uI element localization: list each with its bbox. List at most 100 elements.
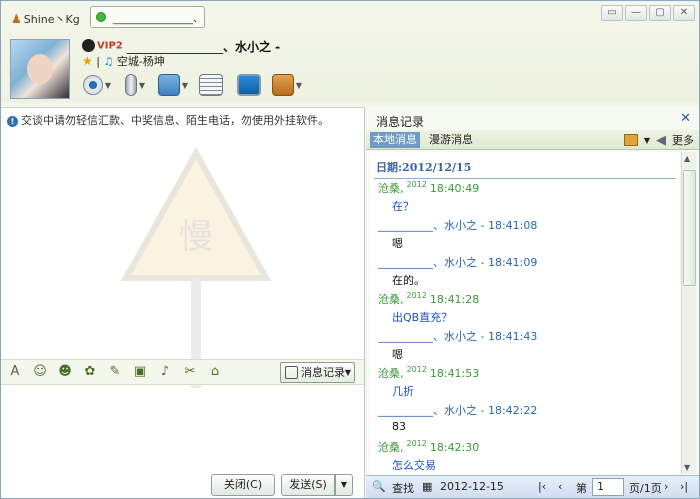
- chat-toolbar: ▼ ▼ ▼ ▼: [82, 71, 302, 99]
- remote-assist-button[interactable]: [234, 71, 264, 99]
- prev-page-icon[interactable]: ‹: [558, 480, 562, 493]
- status-selector[interactable]: ________________、: [90, 6, 205, 28]
- music-status[interactable]: ★ | ♫ 空城-杨坤: [82, 53, 165, 69]
- message-header: 沧桑, 2012 18:40:49: [378, 180, 479, 196]
- video-call-button[interactable]: ▼: [82, 71, 112, 99]
- message-sender[interactable]: __________、水小之: [378, 404, 477, 417]
- message-time: 18:41:53: [429, 367, 480, 380]
- message-text: 几折: [392, 385, 414, 398]
- message-sender[interactable]: 沧桑,: [378, 367, 404, 380]
- microphone-icon: [124, 74, 137, 96]
- message-time: - 18:41:09: [480, 256, 538, 269]
- apps-button[interactable]: [196, 71, 226, 99]
- speaker-icon[interactable]: ◀: [656, 133, 666, 148]
- gift-icon[interactable]: ⌂: [207, 364, 223, 380]
- image-icon[interactable]: ▣: [132, 364, 148, 380]
- security-notice: ! 交谈中请勿轻信汇款、中奖信息、陌生电话，勿使用外挂软件。: [7, 112, 329, 128]
- minimize-button[interactable]: —: [625, 5, 647, 21]
- message-time: - 18:41:43: [480, 330, 538, 343]
- road-sign-watermark: 慢: [121, 148, 271, 388]
- webcam-icon: [82, 75, 103, 95]
- send-button[interactable]: 发送(S): [281, 474, 335, 496]
- shake-icon[interactable]: ✿: [82, 364, 98, 380]
- status-text: ________________、: [113, 14, 203, 25]
- message-header: 沧桑, 2012 18:42:30: [378, 439, 479, 455]
- window-controls: ▭ — ▢ ✕: [601, 5, 695, 21]
- message-sender[interactable]: __________、水小之: [378, 219, 477, 232]
- doodle-icon[interactable]: ✎: [107, 364, 123, 380]
- chevron-down-icon: ▼: [181, 80, 188, 90]
- message-text: 在？: [392, 200, 414, 213]
- penguin-icon: [82, 39, 95, 52]
- message-sender[interactable]: __________、水小之: [378, 330, 477, 343]
- search-button[interactable]: 查找: [392, 480, 414, 496]
- skin-button[interactable]: ▭: [601, 5, 623, 21]
- message-tag: 2012: [406, 365, 427, 374]
- search-icon[interactable]: 🔍: [372, 480, 386, 493]
- close-history-icon[interactable]: ✕: [680, 111, 691, 126]
- calendar-icon[interactable]: ▦: [422, 480, 432, 493]
- contact-avatar[interactable]: [10, 39, 70, 99]
- send-file-button[interactable]: ▼: [158, 71, 188, 99]
- history-pane: 消息记录 ✕ 本地消息 漫游消息 ▼ ◀ 更多 日期:2012/12/15 沧桑…: [366, 107, 699, 498]
- message-header: 沧桑, 2012 18:41:53: [378, 365, 479, 381]
- voice-call-button[interactable]: ▼: [120, 71, 150, 99]
- user-icon: ♟: [11, 12, 22, 26]
- next-page-icon[interactable]: ›: [664, 480, 668, 493]
- message-text: 83: [392, 420, 406, 433]
- more-apps-button[interactable]: ▼: [272, 71, 302, 99]
- message-text: 嗯: [392, 348, 403, 361]
- more-button[interactable]: 更多: [672, 132, 694, 148]
- scrollbar-thumb[interactable]: [683, 170, 696, 286]
- scrollbar[interactable]: ▲ ▼: [681, 152, 696, 474]
- tab-local-messages[interactable]: 本地消息: [370, 132, 420, 148]
- chat-window: ♟ Shine丶Kg ________________、 ▭ — ▢ ✕ VIP2…: [0, 0, 700, 499]
- format-toolbar: A ☺ ☻ ✿ ✎ ▣ ♪ ✂ ⌂ 消息记录 ▼: [1, 359, 364, 385]
- font-icon[interactable]: A: [7, 364, 23, 380]
- list-add-icon: [199, 74, 223, 96]
- export-icon[interactable]: [623, 134, 638, 146]
- app-name: ♟ Shine丶Kg: [11, 12, 80, 26]
- scroll-up-icon[interactable]: ▲: [684, 154, 690, 163]
- close-button[interactable]: 关闭(C): [211, 474, 275, 496]
- message-header: 沧桑, 2012 18:41:28: [378, 291, 479, 307]
- screenshot-scissors-icon[interactable]: ✂: [182, 364, 198, 380]
- history-icon: [285, 366, 298, 379]
- music-note-icon: ♫: [103, 55, 114, 68]
- first-page-icon[interactable]: |‹: [538, 480, 546, 493]
- send-options-button[interactable]: ▼: [335, 474, 353, 496]
- message-list: 日期:2012/12/15 沧桑, 2012 18:40:49 在？ _________…: [370, 152, 680, 474]
- svg-text:慢: 慢: [179, 217, 213, 257]
- message-sender[interactable]: __________、水小之: [378, 256, 477, 269]
- last-page-icon[interactable]: ›|: [680, 480, 688, 493]
- history-footer: 🔍 查找 ▦ 2012-12-15 |‹ ‹ 第 1 页/1页 › ›|: [366, 475, 699, 498]
- online-status-icon: [96, 12, 106, 22]
- message-header: __________、水小之 - 18:41:09: [378, 254, 537, 270]
- message-history-button[interactable]: 消息记录 ▼: [280, 362, 355, 383]
- message-text: 怎么交易: [392, 459, 436, 472]
- history-tabs: 本地消息 漫游消息 ▼ ◀ 更多: [366, 130, 699, 150]
- message-sender[interactable]: 沧桑,: [378, 441, 404, 454]
- chat-pane: ! 交谈中请勿轻信汇款、中奖信息、陌生电话，勿使用外挂软件。 慢 A ☺ ☻ ✿ …: [1, 107, 365, 498]
- message-tag: 2012: [406, 439, 427, 448]
- date-header: 日期:2012/12/15: [376, 161, 472, 174]
- tab-roaming-messages[interactable]: 漫游消息: [426, 132, 476, 148]
- message-sender[interactable]: 沧桑,: [378, 293, 404, 306]
- page-input[interactable]: 1: [592, 478, 624, 496]
- maximize-button[interactable]: ▢: [649, 5, 671, 21]
- folder-icon: [158, 74, 180, 96]
- message-time: - 18:41:08: [480, 219, 538, 232]
- emoji-icon[interactable]: ☺: [32, 364, 48, 380]
- scroll-down-icon[interactable]: ▼: [684, 463, 690, 472]
- close-window-button[interactable]: ✕: [673, 5, 695, 21]
- message-header: __________、水小之 - 18:41:43: [378, 328, 537, 344]
- magic-face-icon[interactable]: ☻: [57, 364, 73, 380]
- chevron-down-icon[interactable]: ▼: [644, 136, 650, 145]
- history-date[interactable]: 2012-12-15: [440, 480, 504, 493]
- monitor-icon: [237, 74, 261, 96]
- message-time: 18:40:49: [429, 182, 480, 195]
- message-sender[interactable]: 沧桑,: [378, 182, 404, 195]
- vip-badge: VIP2: [82, 39, 123, 52]
- message-text: 出QB直充？: [392, 311, 453, 324]
- music-icon[interactable]: ♪: [157, 364, 173, 380]
